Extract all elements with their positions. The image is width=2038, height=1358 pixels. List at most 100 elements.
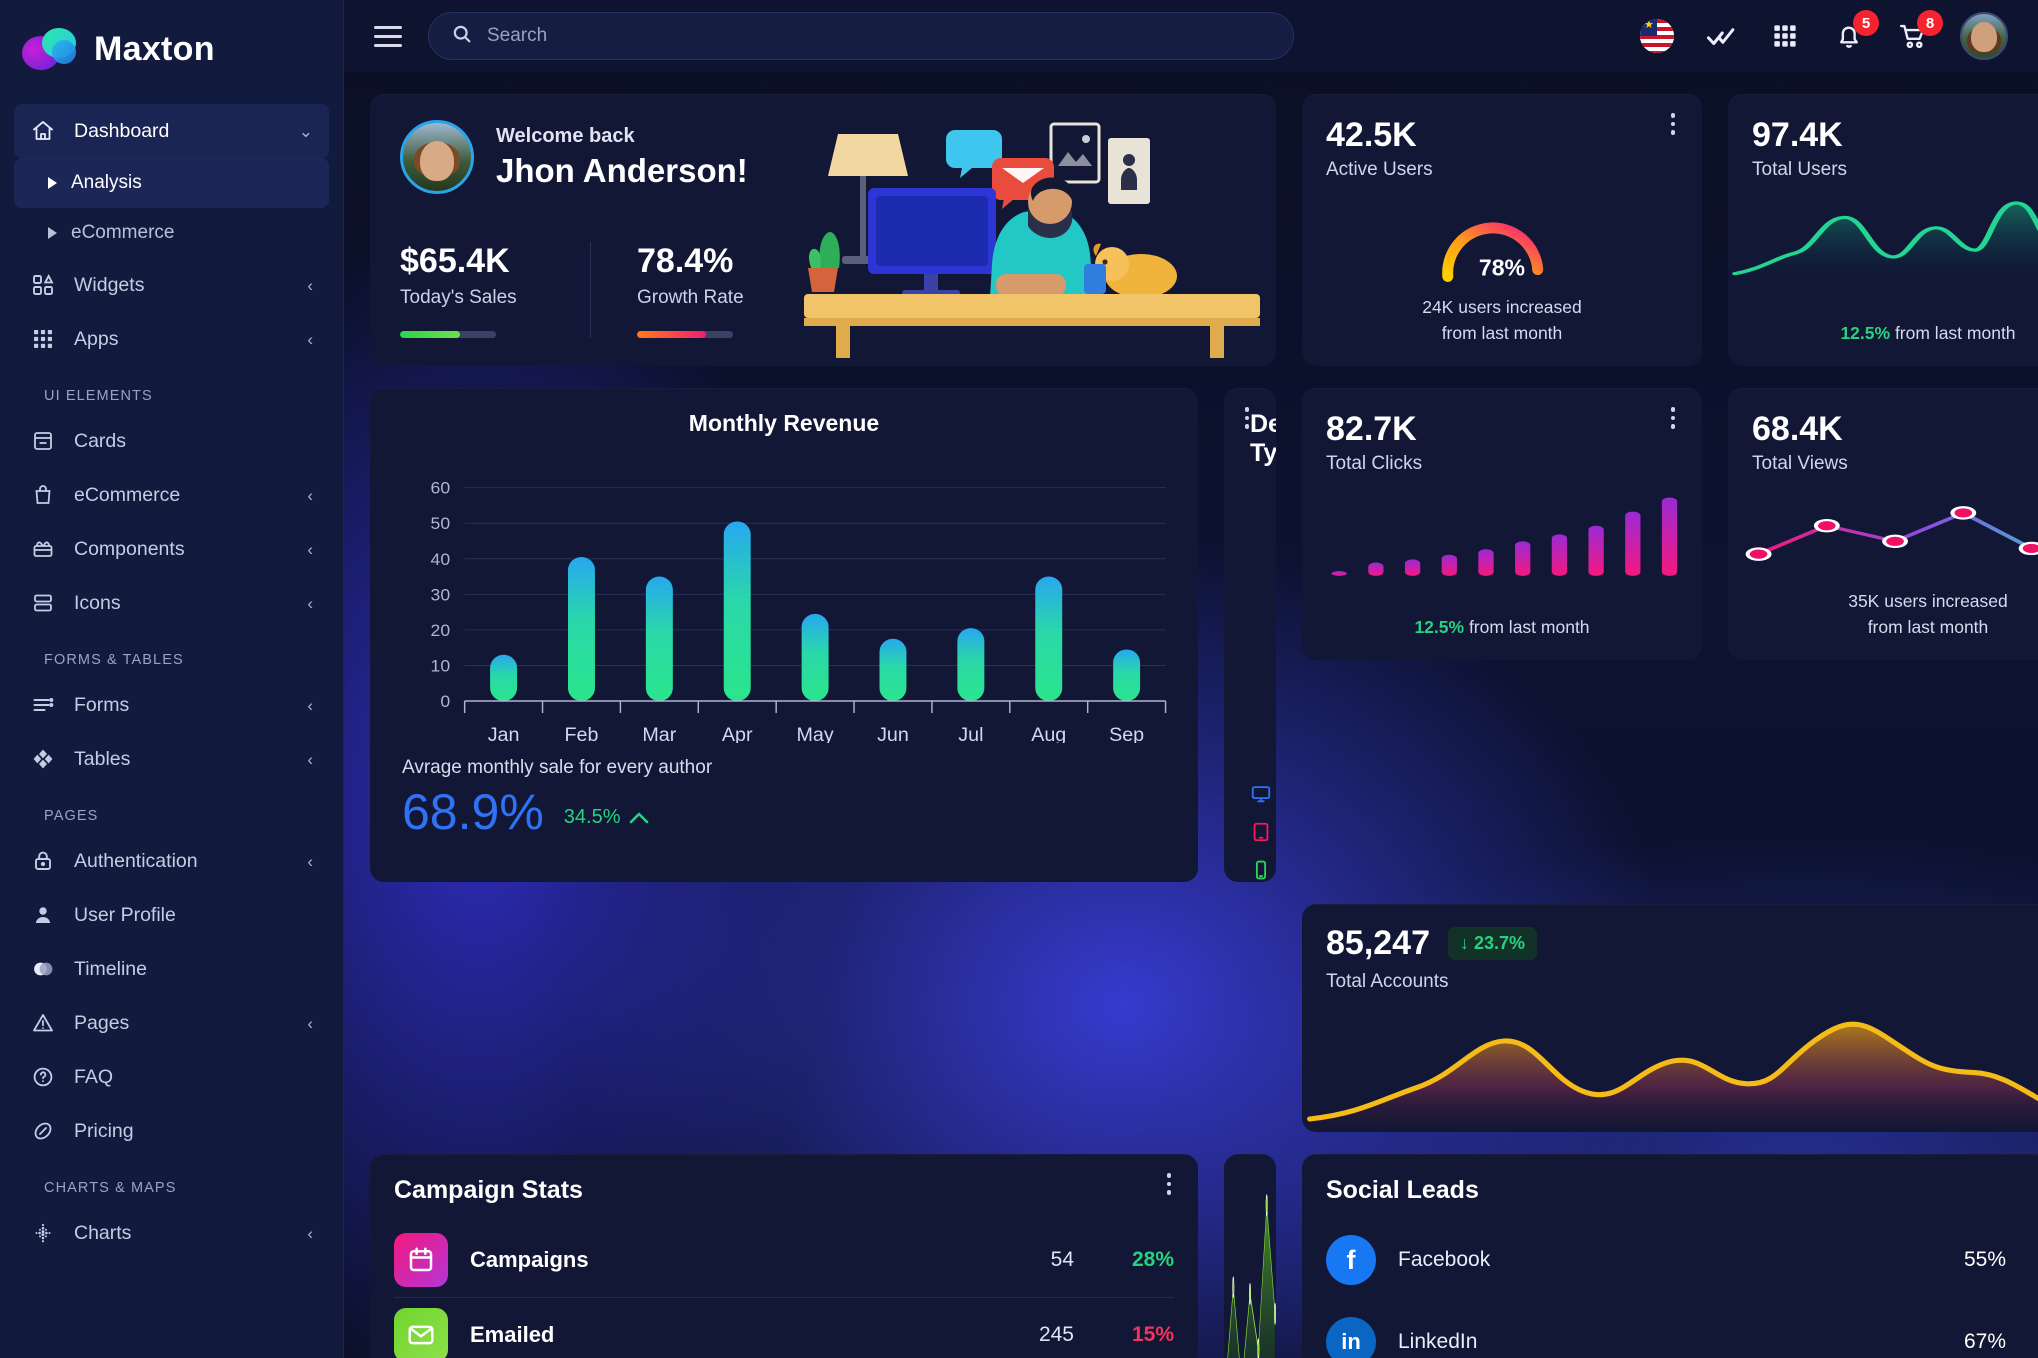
- card-monthly-revenue: Monthly Revenue 0 10 20 30 40 50 60 Jan Feb Mar A…: [370, 388, 1198, 882]
- chevron-left-icon: ‹: [307, 275, 313, 295]
- sidebar-item-label: Components: [74, 537, 185, 560]
- sidebar-item-label: Dashboard: [74, 119, 170, 142]
- svg-text:Feb: Feb: [564, 724, 598, 743]
- card-menu-icon[interactable]: [1662, 404, 1684, 432]
- welcome-greeting: Welcome back: [496, 124, 635, 147]
- welcome-avatar: [400, 120, 474, 194]
- sidebar-item-pages[interactable]: Pages ‹: [14, 996, 329, 1050]
- card-campaign-stats: Campaign Stats Campaigns 54 28% Emailed …: [370, 1154, 1198, 1358]
- sidebar-item-cards[interactable]: Cards: [14, 414, 329, 468]
- sidebar-item-apps[interactable]: Apps ‹: [14, 312, 329, 366]
- svg-text:Sep: Sep: [1109, 724, 1144, 743]
- sidebar-item-label: User Profile: [74, 903, 176, 926]
- revenue-percent: 68.9%: [402, 784, 544, 840]
- sidebar-item-widgets[interactable]: Widgets ‹: [14, 258, 329, 312]
- chevron-left-icon: ‹: [307, 593, 313, 613]
- svg-text:Jul: Jul: [958, 724, 983, 743]
- search-bar[interactable]: [428, 12, 1294, 60]
- sidebar-item-dashboard[interactable]: Dashboard ⌄: [14, 104, 329, 158]
- stat-value: $65.4K: [400, 242, 510, 280]
- sidebar-item-faq[interactable]: FAQ: [14, 1050, 329, 1104]
- card-device-type: Device Type: [1224, 388, 1276, 882]
- card-title: Campaign Stats: [394, 1176, 583, 1204]
- charts-icon: [30, 1220, 56, 1246]
- card-title: Social Leads: [1326, 1176, 1479, 1204]
- card-total-accounts: 85,247 ↓ 23.7% Total Accounts: [1302, 904, 2038, 1132]
- svg-text:50: 50: [431, 514, 451, 534]
- arrow-up-icon: [629, 812, 648, 823]
- menu-toggle-icon[interactable]: [374, 16, 414, 56]
- card-total-clicks: 82.7K Total Clicks 12.5% from last month: [1302, 388, 1702, 660]
- svg-text:30: 30: [431, 585, 451, 605]
- welcome-stat-growth: 78.4% Growth Rate: [590, 242, 780, 338]
- card-icon: [30, 428, 56, 454]
- sidebar-item-forms[interactable]: Forms ‹: [14, 678, 329, 732]
- card-menu-icon[interactable]: [1236, 404, 1258, 432]
- svg-text:0: 0: [440, 691, 450, 711]
- chevron-left-icon: ‹: [307, 539, 313, 559]
- gauge-value: 78%: [1479, 254, 1525, 280]
- sidebar-heading-pages: PAGES: [44, 808, 99, 824]
- calendar-icon: [394, 1233, 448, 1287]
- sidebar-item-label: Apps: [74, 327, 119, 350]
- brand[interactable]: Maxton: [0, 0, 343, 98]
- chevron-left-icon: ‹: [307, 851, 313, 871]
- campaign-name: Campaigns: [470, 1247, 589, 1272]
- top-bar: 5 8: [344, 0, 2038, 72]
- apps-grid-icon[interactable]: [1768, 19, 1802, 53]
- svg-text:Apr: Apr: [722, 724, 753, 743]
- social-value: 67%: [1963, 1330, 2006, 1353]
- sidebar-item-components[interactable]: Components ‹: [14, 522, 329, 576]
- sidebar-item-label: Timeline: [74, 957, 147, 980]
- welcome-illustration: [796, 116, 1266, 366]
- card-social-leads: Social Leads f Facebook 55% in LinkedIn …: [1302, 1154, 2038, 1358]
- sidebar-item-label: Pages: [74, 1011, 130, 1034]
- search-icon: [451, 23, 473, 50]
- sidebar-item-ecommerce-dash[interactable]: eCommerce: [14, 208, 329, 258]
- sidebar-item-analysis[interactable]: Analysis: [14, 158, 329, 208]
- caret-right-icon: [48, 177, 57, 189]
- card-menu-icon[interactable]: [1662, 110, 1684, 138]
- notifications-bell-icon[interactable]: 5: [1832, 10, 1879, 53]
- sidebar-item-pricing[interactable]: Pricing: [14, 1104, 329, 1158]
- user-icon: [30, 902, 56, 928]
- sidebar-item-ecommerce[interactable]: eCommerce ‹: [14, 468, 329, 522]
- stat-caption: Total Users: [1752, 159, 1848, 180]
- widgets-icon: [30, 272, 56, 298]
- caret-right-icon: [48, 227, 57, 239]
- user-avatar[interactable]: [1960, 12, 2008, 60]
- sales-progress-bar: [400, 331, 496, 338]
- tables-icon: [30, 746, 56, 772]
- language-flag-icon[interactable]: [1640, 19, 1674, 53]
- double-check-icon[interactable]: [1704, 19, 1738, 53]
- cart-icon[interactable]: 8: [1896, 10, 1943, 53]
- lock-icon: [30, 848, 56, 874]
- sidebar-item-label: eCommerce: [74, 483, 181, 506]
- card-title: Monthly Revenue: [688, 410, 880, 436]
- chevron-left-icon: ‹: [307, 329, 313, 349]
- sidebar-item-charts[interactable]: Charts ‹: [14, 1206, 329, 1260]
- welcome-name: Jhon Anderson!: [496, 151, 748, 189]
- sidebar-item-authentication[interactable]: Authentication ‹: [14, 834, 329, 888]
- accounts-delta-badge: ↓ 23.7%: [1448, 927, 1538, 960]
- accounts-caption: Total Accounts: [1326, 971, 1449, 992]
- stat-label: Growth Rate: [637, 287, 744, 308]
- sidebar-item-label: Widgets: [74, 273, 145, 296]
- components-icon: [30, 536, 56, 562]
- dashboard-root: Maxton Dashboard ⌄ Analysis eCommerce Wi…: [0, 0, 2038, 1358]
- warning-icon: [30, 1010, 56, 1036]
- stat-label: Today's Sales: [400, 287, 517, 308]
- sidebar-item-label: FAQ: [74, 1065, 114, 1088]
- sidebar-item-user-profile[interactable]: User Profile: [14, 888, 329, 942]
- content-grid: Welcome back Jhon Anderson! $65.4K Today…: [344, 72, 2038, 1358]
- chevron-left-icon: ‹: [307, 749, 313, 769]
- sidebar-item-icons[interactable]: Icons ‹: [14, 576, 329, 630]
- mail-icon: [394, 1307, 448, 1358]
- sidebar-item-tables[interactable]: Tables ‹: [14, 732, 329, 786]
- chevron-left-icon: ‹: [307, 1013, 313, 1033]
- card-menu-icon[interactable]: [1158, 1170, 1180, 1198]
- monthly-revenue-chart: 0 10 20 30 40 50 60 Jan Feb Mar Apr May Jun Jul Aug Se…: [390, 443, 1178, 746]
- search-input[interactable]: [487, 25, 1271, 47]
- sidebar-heading-forms: FORMS & TABLES: [44, 652, 184, 668]
- sidebar-item-timeline[interactable]: Timeline: [14, 942, 329, 996]
